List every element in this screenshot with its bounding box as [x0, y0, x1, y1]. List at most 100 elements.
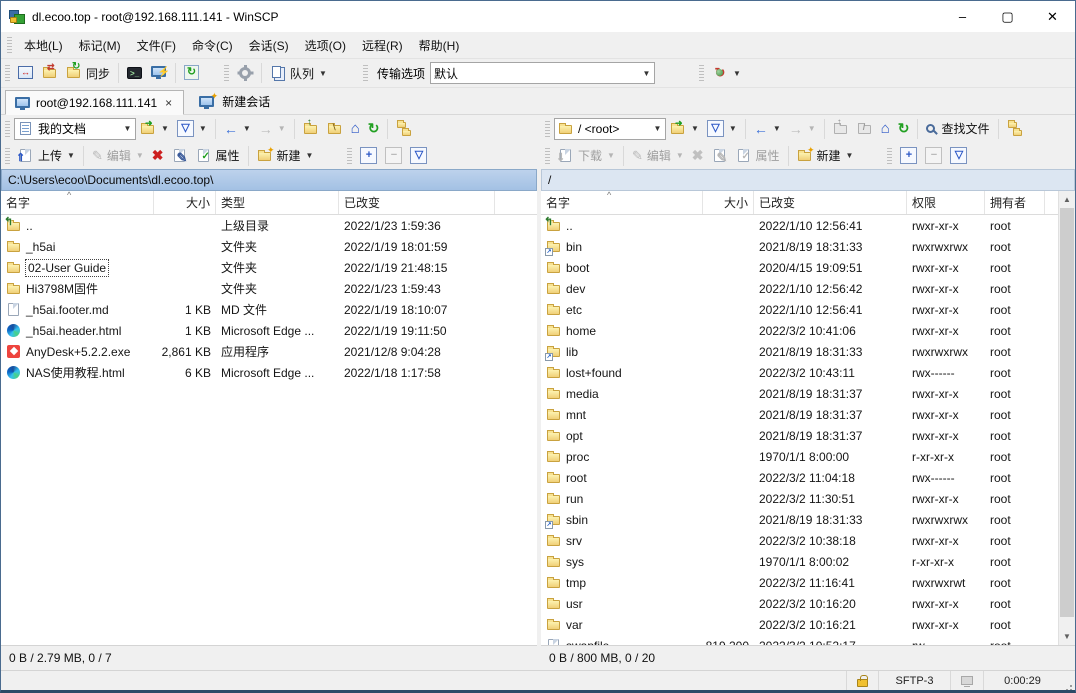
column-header-2[interactable]: 大小 [154, 191, 216, 214]
column-header-3[interactable]: 已改变 [754, 191, 907, 214]
remote-select-remove-button[interactable]: − [921, 144, 946, 168]
menu-item[interactable]: 文件(F) [129, 33, 184, 58]
file-row[interactable]: opt2021/8/19 18:31:37rwxr-xr-xroot [541, 425, 1075, 446]
new-session-tab[interactable]: ✦ 新建会话 [190, 89, 279, 114]
remote-rename-button[interactable]: ✎ [708, 144, 732, 168]
file-row[interactable]: _h5ai.footer.md1 KBMD 文件2022/1/19 18:10:… [1, 299, 537, 320]
toolbar-grip[interactable] [5, 65, 10, 81]
remote-parent-directory-button[interactable]: ↑ [829, 117, 853, 141]
remote-forward-button[interactable]: →▼ [785, 117, 820, 141]
transfer-mode-button[interactable]: ↻▼ [708, 61, 745, 85]
remote-path-bar[interactable]: / [541, 169, 1075, 191]
local-home-button[interactable]: ⌂ [347, 117, 364, 141]
column-header-1[interactable]: 名字^ [1, 191, 154, 214]
local-drive-combo[interactable]: 我的文档 ▼ [14, 118, 136, 140]
remote-properties-button[interactable]: ✓属性 [732, 144, 784, 168]
synchronize-button[interactable]: ↻同步 [62, 61, 114, 85]
local-rename-button[interactable]: ✎ [168, 144, 192, 168]
column-header-4[interactable]: 权限 [907, 191, 985, 214]
remote-home-button[interactable]: ⌂ [877, 117, 894, 141]
file-row[interactable]: usr2022/3/2 10:16:20rwxr-xr-xroot [541, 593, 1075, 614]
menu-item[interactable]: 远程(R) [354, 33, 411, 58]
menu-item[interactable]: 选项(O) [297, 33, 354, 58]
resize-grip[interactable] [1061, 671, 1075, 690]
file-row[interactable]: ↗bin2021/8/19 18:31:33rwxrwxrwxroot [541, 236, 1075, 257]
remote-delete-button[interactable]: ✖ [688, 144, 708, 168]
encryption-cell[interactable] [846, 671, 878, 690]
toolbar-grip4[interactable] [699, 65, 704, 81]
local-open-directory-button[interactable]: ➜▼ [136, 117, 173, 141]
preferences-button[interactable] [233, 61, 257, 85]
upload-button[interactable]: ⇑上传▼ [14, 144, 79, 168]
local-new-button[interactable]: ✦新建▼ [253, 144, 318, 168]
remote-back-button[interactable]: ←▼ [750, 117, 785, 141]
file-row[interactable]: AnyDesk+5.2.2.exe2,861 KB应用程序2021/12/8 9… [1, 341, 537, 362]
column-header-2[interactable]: 大小 [703, 191, 754, 214]
scroll-up-icon[interactable]: ▲ [1059, 191, 1075, 208]
local-refresh-button[interactable]: ↻ [364, 117, 384, 141]
local-back-button[interactable]: ←▼ [220, 117, 255, 141]
local-select-remove-button[interactable]: − [381, 144, 406, 168]
local-path-bar[interactable]: C:\Users\ecoo\Documents\dl.ecoo.top\ [1, 169, 537, 191]
file-row[interactable]: sys1970/1/1 8:00:02r-xr-xr-xroot [541, 551, 1075, 572]
file-row[interactable]: proc1970/1/1 8:00:00r-xr-xr-xroot [541, 446, 1075, 467]
file-row[interactable]: Hi3798M固件文件夹2022/1/23 1:59:43 [1, 278, 537, 299]
column-header-4[interactable]: 已改变 [339, 191, 495, 214]
protocol-cell[interactable]: SFTP-3 [878, 671, 950, 690]
local-directory-tree-button[interactable] [392, 117, 416, 141]
local-select-add-button[interactable]: + [356, 144, 381, 168]
close-button[interactable]: ✕ [1030, 1, 1075, 32]
local-edit-button[interactable]: ✎编辑▼ [88, 144, 148, 168]
column-header-1[interactable]: 名字^ [541, 191, 703, 214]
find-files-button[interactable]: 查找文件 [922, 117, 993, 141]
file-row[interactable]: NAS使用教程.html6 KBMicrosoft Edge ...2022/1… [1, 362, 537, 383]
local-filter-button[interactable]: ▽▼ [173, 117, 211, 141]
file-row[interactable]: mnt2021/8/19 18:31:37rwxr-xr-xroot [541, 404, 1075, 425]
toolbar-grip3[interactable] [363, 65, 368, 81]
remote-directory-tree-button[interactable] [1003, 117, 1027, 141]
file-row[interactable]: run2022/3/2 11:30:51rwxr-xr-xroot [541, 488, 1075, 509]
file-row[interactable]: 02-User Guide文件夹2022/1/19 21:48:15 [1, 257, 537, 278]
column-header-3[interactable]: 类型 [216, 191, 339, 214]
file-row[interactable]: home2022/3/2 10:41:06rwxr-xr-xroot [541, 320, 1075, 341]
scrollbar-thumb[interactable] [1060, 208, 1074, 617]
download-button[interactable]: ⇓下载▼ [554, 144, 619, 168]
remote-new-button[interactable]: ✦新建▼ [793, 144, 858, 168]
file-row[interactable]: dev2022/1/10 12:56:42rwxr-xr-xroot [541, 278, 1075, 299]
compare-directories-button[interactable]: ↔ [14, 61, 38, 85]
chevron-down-icon[interactable]: ▼ [639, 63, 654, 83]
menu-item[interactable]: 标记(M) [71, 33, 129, 58]
open-console-button[interactable]: >_ [123, 61, 147, 85]
file-row[interactable]: etc2022/1/10 12:56:41rwxr-xr-xroot [541, 299, 1075, 320]
remote-command-button[interactable]: ⚡ [147, 61, 171, 85]
minimize-button[interactable]: – [940, 1, 985, 32]
session-tab-active[interactable]: root@192.168.111.141 × [5, 90, 184, 115]
menu-item[interactable]: 本地(L) [16, 33, 71, 58]
remote-filter-button[interactable]: ▽▼ [703, 117, 741, 141]
refresh-session-button[interactable]: ↻ [180, 61, 204, 85]
synchronize-browsing-button[interactable]: ⇄ [38, 61, 62, 85]
file-row[interactable]: lost+found2022/3/2 10:43:11rwx------root [541, 362, 1075, 383]
file-row[interactable]: var2022/3/2 10:16:21rwxr-xr-xroot [541, 614, 1075, 635]
remote-select-filter-button[interactable]: ▽ [946, 144, 971, 168]
local-parent-directory-button[interactable]: ↑ [299, 117, 323, 141]
tab-close-icon[interactable]: × [163, 96, 174, 110]
remote-dir-combo[interactable]: / <root> ▼ [554, 118, 666, 140]
menu-item[interactable]: 会话(S) [241, 33, 297, 58]
file-row[interactable]: swapfile819,2002022/3/2 10:52:17rw------… [541, 635, 1075, 645]
menu-item[interactable]: 命令(C) [184, 33, 241, 58]
menu-item[interactable]: 帮助(H) [411, 33, 468, 58]
file-row[interactable]: _h5ai文件夹2022/1/19 18:01:59 [1, 236, 537, 257]
local-forward-button[interactable]: →▼ [255, 117, 290, 141]
file-row[interactable]: ↗sbin2021/8/19 18:31:33rwxrwxrwxroot [541, 509, 1075, 530]
maximize-button[interactable]: ▢ [985, 1, 1030, 32]
column-header-5[interactable]: 拥有者 [985, 191, 1045, 214]
local-delete-button[interactable]: ✖ [148, 144, 168, 168]
file-row[interactable]: ↰..上级目录2022/1/23 1:59:36 [1, 215, 537, 236]
file-row[interactable]: root2022/3/2 11:04:18rwx------root [541, 467, 1075, 488]
file-row[interactable]: tmp2022/3/2 11:16:41rwxrwxrwtroot [541, 572, 1075, 593]
file-row[interactable]: _h5ai.header.html1 KBMicrosoft Edge ...2… [1, 320, 537, 341]
remote-refresh-button[interactable]: ↻ [894, 117, 914, 141]
remote-root-directory-button[interactable]: / [853, 117, 877, 141]
remote-open-directory-button[interactable]: ➜▼ [666, 117, 703, 141]
